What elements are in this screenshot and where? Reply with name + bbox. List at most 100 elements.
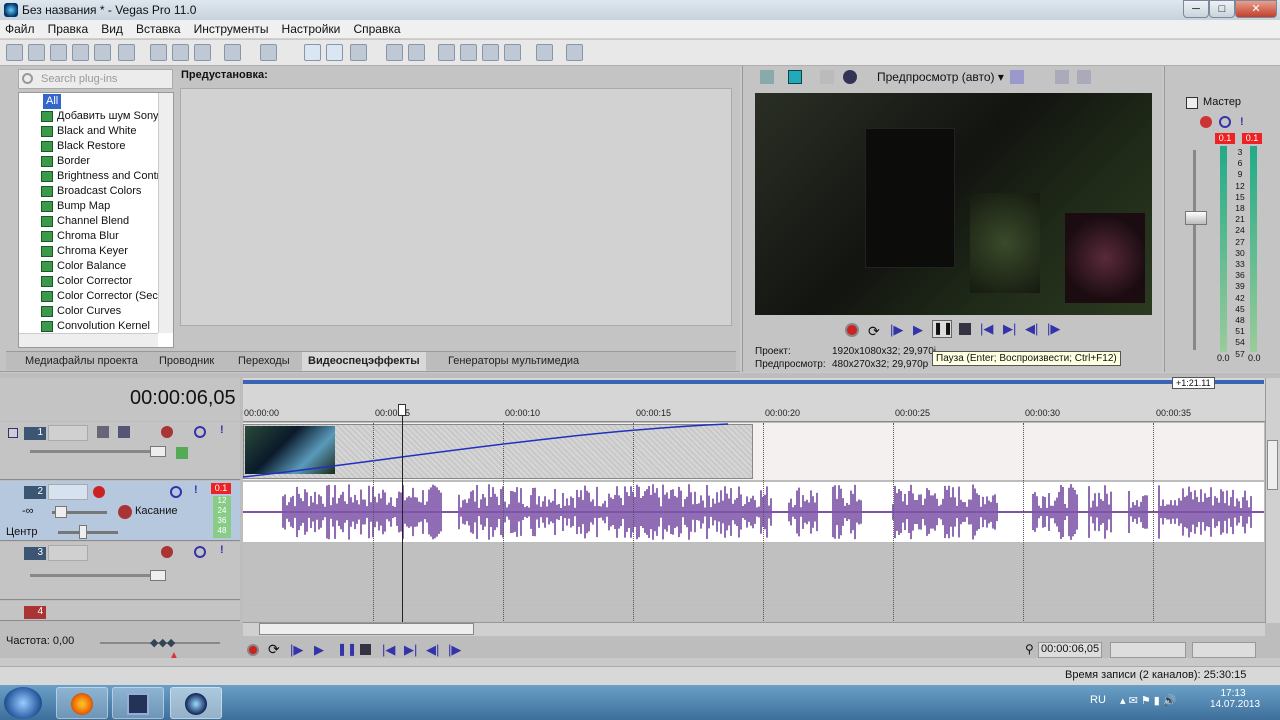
- pause-icon[interactable]: ❚❚: [337, 642, 357, 656]
- master-fx-icon[interactable]: [1200, 116, 1212, 128]
- volume-slider-handle[interactable]: [55, 506, 67, 518]
- automation-mode[interactable]: Касание: [135, 505, 177, 517]
- record-icon[interactable]: [845, 323, 859, 337]
- copy-snapshot-icon[interactable]: [1055, 70, 1069, 84]
- play-icon[interactable]: ▶: [913, 322, 923, 338]
- paste-icon[interactable]: [194, 44, 211, 61]
- track-header-audio-4[interactable]: 4: [0, 601, 240, 621]
- tab-project-media[interactable]: Медиафайлы проекта: [25, 355, 138, 367]
- play-from-start-icon[interactable]: |▶: [890, 322, 903, 338]
- open-icon[interactable]: [28, 44, 45, 61]
- track-expand-icon[interactable]: [8, 428, 18, 438]
- tree-root-all[interactable]: All: [43, 94, 62, 109]
- tree-item[interactable]: Color Balance: [41, 259, 126, 274]
- track-header-video-1[interactable]: 1 !: [0, 422, 240, 480]
- track-fx-icon[interactable]: [118, 505, 132, 519]
- menu-options[interactable]: Настройки: [277, 20, 346, 38]
- rate-slider-handle[interactable]: ◆◆◆: [150, 636, 175, 649]
- tree-item[interactable]: Color Corrector: [41, 274, 132, 289]
- tree-item[interactable]: Brightness and Contrast: [41, 169, 173, 184]
- tray-icons[interactable]: ▴ ✉ ⚑ ▮ 🔊: [1120, 694, 1177, 707]
- tab-explorer[interactable]: Проводник: [159, 355, 214, 367]
- prev-frame-icon[interactable]: ◀|: [1025, 321, 1038, 337]
- record-icon[interactable]: [247, 644, 259, 656]
- loop-icon[interactable]: ⟳: [868, 323, 880, 340]
- stop-icon[interactable]: [959, 323, 971, 335]
- hscroll-thumb[interactable]: [259, 623, 474, 635]
- tree-scrollbar[interactable]: [158, 93, 173, 333]
- level-slider[interactable]: [30, 574, 160, 577]
- mute-icon[interactable]: [194, 546, 206, 558]
- arm-record-icon[interactable]: [93, 486, 105, 498]
- master-fader-handle[interactable]: [1185, 211, 1207, 225]
- properties-icon[interactable]: [118, 44, 135, 61]
- mute-icon[interactable]: [170, 486, 182, 498]
- language-indicator[interactable]: RU: [1090, 694, 1106, 706]
- tab-video-fx[interactable]: Видеоспецэффекты: [302, 352, 426, 371]
- menu-help[interactable]: Справка: [348, 20, 405, 38]
- go-to-end-icon[interactable]: ▶|: [1003, 321, 1016, 337]
- video-track-lane-3[interactable]: [243, 543, 1264, 605]
- preview-quality-dropdown[interactable]: Предпросмотр (авто) ▾: [877, 70, 1004, 84]
- tree-item[interactable]: Bump Map: [41, 199, 110, 214]
- go-to-end-icon[interactable]: ▶|: [404, 642, 417, 658]
- level-slider[interactable]: [30, 450, 160, 453]
- pause-button[interactable]: ❚❚: [932, 320, 953, 338]
- tree-item[interactable]: Channel Blend: [41, 214, 129, 229]
- preview-properties-icon[interactable]: [760, 70, 774, 84]
- pan-slider[interactable]: [58, 531, 118, 534]
- loop-icon[interactable]: ⟳: [268, 641, 280, 658]
- solo-icon[interactable]: !: [220, 544, 224, 556]
- solo-icon[interactable]: !: [194, 484, 198, 496]
- selection-tool-icon[interactable]: [350, 44, 367, 61]
- tab-transitions[interactable]: Переходы: [238, 355, 290, 367]
- audio-event-clip[interactable]: [243, 482, 1264, 542]
- tree-item[interactable]: Chroma Keyer: [41, 244, 128, 259]
- track-header-video-3[interactable]: 3 !: [0, 542, 240, 600]
- tree-item[interactable]: Chroma Blur: [41, 229, 119, 244]
- undo-icon[interactable]: [224, 44, 241, 61]
- close-button[interactable]: ✕: [1235, 0, 1277, 18]
- render-icon[interactable]: [94, 44, 111, 61]
- master-properties-icon[interactable]: [1186, 97, 1198, 109]
- auto-crossfade-icon[interactable]: [408, 44, 425, 61]
- tree-item[interactable]: Добавить шум Sony: [41, 109, 159, 124]
- play-icon[interactable]: ▶: [314, 642, 324, 658]
- menu-edit[interactable]: Правка: [43, 20, 94, 38]
- track-motion-icon[interactable]: [118, 426, 130, 438]
- menu-tools[interactable]: Инструменты: [189, 20, 274, 38]
- save-as-icon[interactable]: [72, 44, 89, 61]
- track-fx-icon[interactable]: [161, 426, 173, 438]
- track-name-field[interactable]: [48, 545, 88, 561]
- tree-hscrollbar[interactable]: [19, 333, 158, 347]
- stop-icon[interactable]: [360, 644, 371, 655]
- level-slider-handle[interactable]: [150, 446, 166, 457]
- vegas-taskbar-icon[interactable]: [170, 687, 222, 719]
- pan-slider-handle[interactable]: [79, 525, 87, 539]
- zoom-tool-icon[interactable]: [504, 44, 521, 61]
- envelope-tool-icon[interactable]: [326, 44, 343, 61]
- ignore-grouping-icon[interactable]: [482, 44, 499, 61]
- solo-icon[interactable]: !: [220, 424, 224, 436]
- tree-item[interactable]: Border: [41, 154, 90, 169]
- tree-item[interactable]: Color Curves: [41, 304, 121, 319]
- save-disk-taskbar-icon[interactable]: [112, 687, 164, 719]
- tree-item[interactable]: Broadcast Colors: [41, 184, 141, 199]
- playhead-cursor[interactable]: [402, 408, 403, 623]
- new-project-icon[interactable]: [6, 44, 23, 61]
- composite-mode-icon[interactable]: [97, 426, 109, 438]
- mute-icon[interactable]: [194, 426, 206, 438]
- cut-icon[interactable]: [150, 44, 167, 61]
- next-frame-icon[interactable]: |▶: [448, 642, 461, 658]
- master-solo-icon[interactable]: !: [1240, 116, 1244, 128]
- next-frame-icon[interactable]: |▶: [1047, 321, 1060, 337]
- snapping-icon[interactable]: [386, 44, 403, 61]
- ripple-edit-icon[interactable]: [438, 44, 455, 61]
- maximize-button[interactable]: □: [1209, 0, 1235, 18]
- timeline-vscrollbar[interactable]: [1265, 378, 1280, 623]
- selection-start-field[interactable]: [1110, 642, 1186, 658]
- audio-track-lane-4[interactable]: [243, 606, 1264, 621]
- playhead-handle[interactable]: [398, 404, 406, 416]
- level-slider-handle[interactable]: [150, 570, 166, 581]
- menu-view[interactable]: Вид: [96, 20, 128, 38]
